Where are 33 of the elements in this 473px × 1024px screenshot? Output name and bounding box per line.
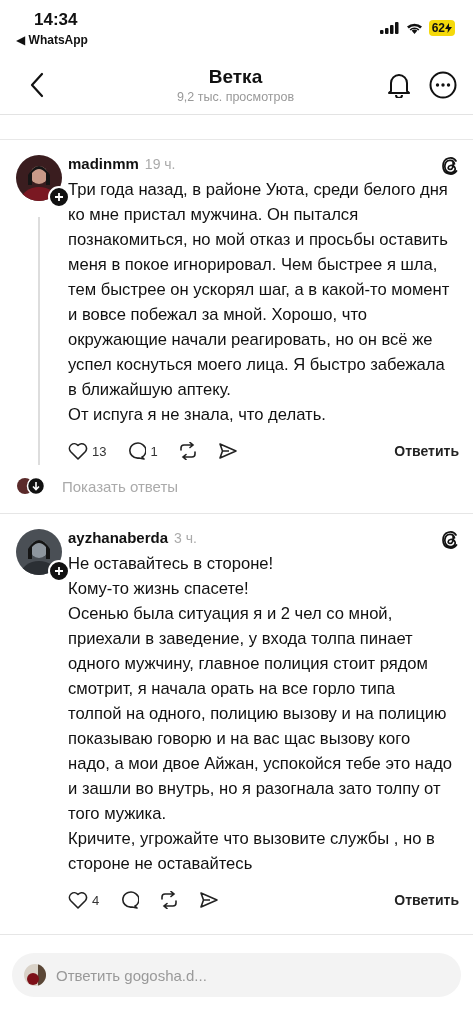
reply-link[interactable]: Ответить <box>394 892 459 908</box>
share-icon[interactable] <box>199 891 220 909</box>
follow-badge[interactable] <box>48 186 70 208</box>
reply-avatars-icon <box>16 477 46 495</box>
threads-logo-icon[interactable] <box>441 156 459 176</box>
post-text: Не оставайтесь в стороне! <box>68 553 275 575</box>
post-text: Осенью была ситуация я и 2 чел со мной, приехали в заведение, у входа толпа пинает одного мужчину, главное полиция стоит рядом смотрит, я начала орать на все горло типа толпой на одного, полицию вызову и на полицию показываю говорю и на вас щас вызову кого надо, а мои двое Айжан, успокойся тебе это надо и зашли во внутрь, но я разогнала зато толпу от того мужика. <box>68 603 454 825</box>
repost-icon[interactable] <box>159 891 180 909</box>
page-title: Ветка <box>208 66 263 88</box>
username[interactable]: madinmm <box>68 155 139 172</box>
clock: 14:34 <box>34 10 78 30</box>
post-text: Три года назад, в районе Уюта, среди белого дня ко мне пристал мужчина. Он пытался познакомиться, но мой отказ и просьбы оставить меня в покое игнорировал. Чем быстрее я шла, тем быстрее он ускорял шаг, а в какой-то момент и вовсе побежал за мной. Хорошо, что окружающие начали реагировать, но он всё же успел коснуться моего лица. Я быстро забежала в ближайшую аптеку. <box>68 179 451 401</box>
signal-icon <box>379 22 400 34</box>
post-time: 19 ч. <box>144 156 176 172</box>
post-text: Кому-то жизнь спасете! <box>68 578 250 600</box>
username[interactable]: ayzhanaberda <box>68 529 169 546</box>
post-text: От испуга я не знала, что делать. <box>68 404 327 426</box>
view-count: 9,2 тыс. просмотров <box>176 90 295 104</box>
bell-icon[interactable] <box>387 72 411 98</box>
comment-button[interactable] <box>119 891 140 909</box>
post-time: 3 ч. <box>174 530 197 546</box>
more-icon[interactable] <box>429 71 457 99</box>
battery-indicator: 62 <box>428 20 455 36</box>
share-icon[interactable] <box>217 442 238 460</box>
wifi-icon <box>405 22 423 34</box>
post-text: Кричите, угрожайте что вызовите службы , но в стороне не оставайтесь <box>68 828 436 875</box>
reply-field[interactable]: Ответить gogosha.d... <box>12 953 461 997</box>
threads-logo-icon[interactable] <box>441 530 459 550</box>
follow-badge[interactable] <box>48 560 70 582</box>
repost-icon[interactable] <box>177 442 198 460</box>
reply-link[interactable]: Ответить <box>394 443 459 459</box>
back-to-app-link[interactable]: ◀ WhatsApp <box>16 33 88 47</box>
back-icon[interactable] <box>30 72 44 98</box>
